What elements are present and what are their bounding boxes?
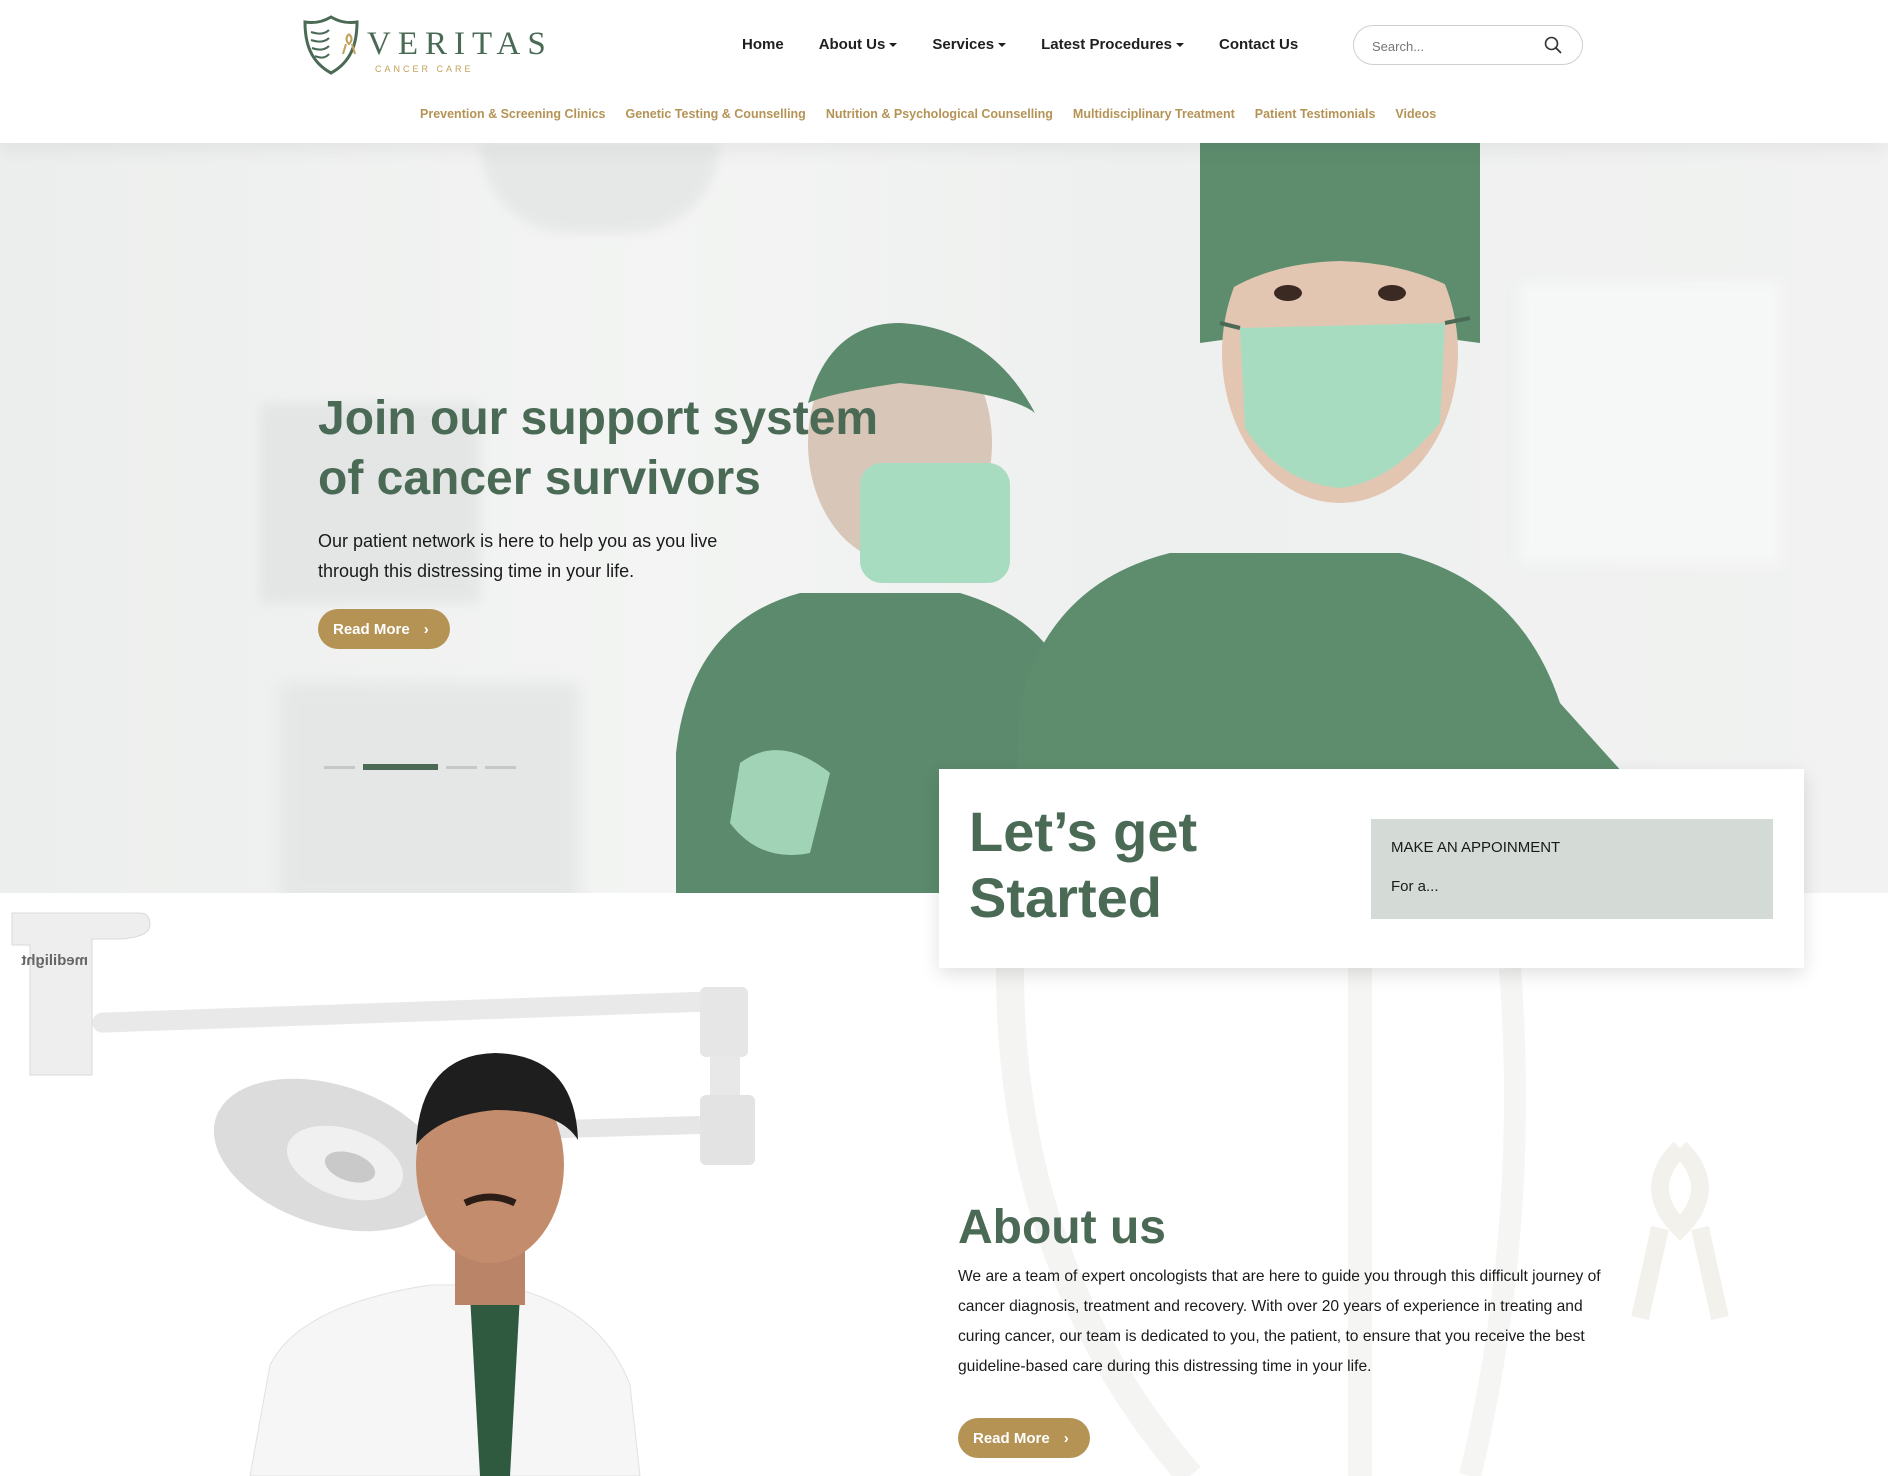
main-nav: Home About Us Services Latest Procedures… xyxy=(742,32,1333,56)
hero-description: Our patient network is here to help you … xyxy=(318,531,718,581)
lamp-brand-text: medilight xyxy=(21,952,88,969)
hero-title-line2: of cancer survivors xyxy=(318,452,761,505)
nav-contact-us-label: Contact Us xyxy=(1218,35,1299,53)
hero-title-line1: Join our support system xyxy=(318,392,879,445)
services-subnav: Prevention & Screening Clinics Genetic T… xyxy=(420,107,1456,121)
about-description: We are a team of expert oncologists that… xyxy=(958,1268,1601,1375)
appointment-title: MAKE AN APPOINMENT xyxy=(1391,839,1561,856)
nav-home-label: Home xyxy=(742,35,784,53)
get-started-card: Let’s get Started MAKE AN APPOINMENT For… xyxy=(939,769,1804,968)
brand-logo[interactable]: VERITAS CANCER CARE xyxy=(301,14,546,78)
subnav-multidisciplinary-treatment[interactable]: Multidisciplinary Treatment xyxy=(1073,107,1235,121)
subnav-genetic-testing[interactable]: Genetic Testing & Counselling xyxy=(625,107,805,121)
subnav-prevention-screening[interactable]: Prevention & Screening Clinics xyxy=(420,107,605,121)
chevron-right-icon: › xyxy=(1063,1429,1069,1447)
hero-read-more-label: Read More xyxy=(333,620,410,638)
slider-pagination xyxy=(324,764,524,770)
nav-home[interactable]: Home xyxy=(742,32,784,56)
nav-latest-procedures[interactable]: Latest Procedures xyxy=(1041,32,1184,56)
hero-read-more-button[interactable]: Read More › xyxy=(318,609,450,649)
subnav-patient-testimonials[interactable]: Patient Testimonials xyxy=(1255,107,1376,121)
make-appointment-box[interactable]: MAKE AN APPOINMENT For a... xyxy=(1371,819,1773,919)
slider-dot-1[interactable] xyxy=(324,765,355,769)
chevron-right-icon: › xyxy=(423,620,429,638)
nav-about-us[interactable]: About Us xyxy=(819,32,898,56)
hero-title: Join our support system of cancer surviv… xyxy=(318,389,878,509)
search-box xyxy=(1353,25,1583,65)
slider-dot-2[interactable] xyxy=(363,764,438,770)
caret-down-icon xyxy=(1175,43,1184,47)
subnav-videos[interactable]: Videos xyxy=(1395,107,1436,121)
nav-contact-us[interactable]: Contact Us xyxy=(1219,32,1298,56)
nav-services[interactable]: Services xyxy=(932,32,1007,56)
shield-logo-icon xyxy=(303,15,359,75)
about-read-more-button[interactable]: Read More › xyxy=(958,1418,1090,1458)
appointment-subtitle: For a... xyxy=(1391,878,1439,895)
caret-down-icon xyxy=(889,43,898,47)
slider-dot-4[interactable] xyxy=(485,765,516,769)
search-icon[interactable] xyxy=(1544,36,1562,54)
subnav-nutrition-counselling[interactable]: Nutrition & Psychological Counselling xyxy=(826,107,1053,121)
brand-name: VERITAS xyxy=(367,26,553,62)
doctor-with-surgical-lamp-image: medilight xyxy=(11,912,755,1476)
slider-dot-3[interactable] xyxy=(446,765,477,769)
get-started-title-line1: Let’s get xyxy=(969,800,1198,863)
site-header: VERITAS CANCER CARE Home About Us Servic… xyxy=(0,0,1888,143)
about-title: About us xyxy=(958,1201,1166,1254)
get-started-title-line2: Started xyxy=(969,866,1162,929)
search-input[interactable] xyxy=(1372,35,1542,57)
nav-latest-procedures-label: Latest Procedures xyxy=(1041,35,1172,53)
nav-about-us-label: About Us xyxy=(818,35,886,53)
about-read-more-label: Read More xyxy=(973,1429,1050,1447)
caret-down-icon xyxy=(998,43,1007,47)
get-started-title: Let’s get Started xyxy=(969,799,1197,931)
nav-services-label: Services xyxy=(932,35,995,53)
brand-tagline: CANCER CARE xyxy=(375,64,474,74)
